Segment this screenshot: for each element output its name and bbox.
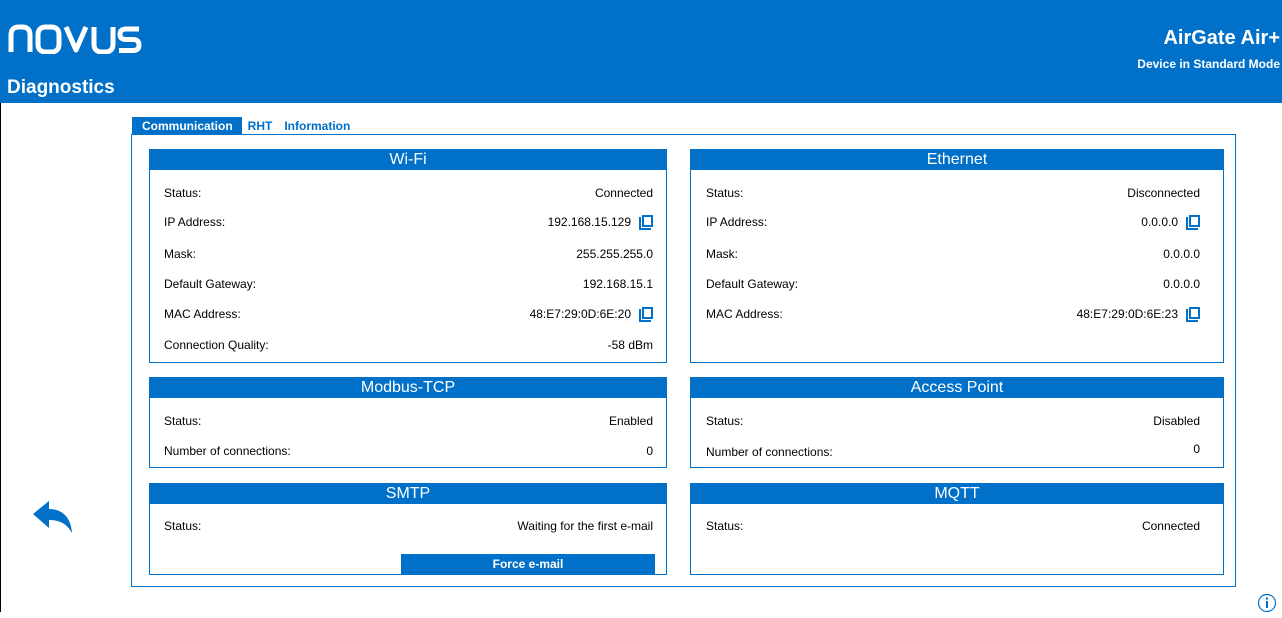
wifi-mask-row: Mask: 255.255.255.0	[164, 247, 653, 262]
force-email-button[interactable]: Force e-mail	[401, 554, 655, 574]
access-point-status-value: Disabled	[1153, 414, 1200, 428]
mqtt-status-value: Connected	[1141, 519, 1200, 533]
tab-information[interactable]: Information	[280, 117, 358, 135]
ethernet-mask-row: Mask: 0.0.0.0	[706, 247, 1200, 262]
back-arrow-icon[interactable]	[33, 500, 73, 539]
wifi-gateway-row: Default Gateway: 192.168.15.1	[164, 277, 653, 292]
mqtt-card-title: MQTT	[691, 484, 1223, 504]
copy-icon[interactable]	[639, 307, 653, 322]
wifi-status-value: Connected	[594, 186, 653, 200]
smtp-status-value: Waiting for the first e-mail	[517, 519, 653, 533]
ethernet-ip-row: IP Address: 0.0.0.0	[706, 215, 1200, 230]
wifi-mask-value: 255.255.255.0	[576, 247, 653, 261]
access-point-connections-row: Number of connections: 0	[706, 442, 1200, 460]
mqtt-card: MQTT Status: Connected	[690, 483, 1224, 575]
copy-icon[interactable]	[639, 215, 653, 230]
modbus-status-row: Status: Enabled	[164, 414, 653, 429]
info-icon[interactable]	[1257, 593, 1277, 618]
copy-icon[interactable]	[1186, 215, 1200, 230]
ethernet-status-value: Disconnected	[1127, 186, 1200, 200]
access-point-connections-value: 0	[1193, 442, 1200, 456]
wifi-gateway-label: Default Gateway:	[164, 277, 257, 291]
wifi-mac-label: MAC Address:	[164, 307, 241, 321]
product-name: AirGate Air+	[1163, 27, 1280, 49]
ethernet-card: Ethernet Status: Disconnected IP Address…	[690, 149, 1224, 363]
wifi-mask-label: Mask:	[164, 247, 197, 261]
ethernet-gateway-label: Default Gateway:	[706, 277, 799, 291]
tab-communication[interactable]: Communication	[132, 117, 242, 135]
wifi-gateway-value: 192.168.15.1	[582, 277, 653, 291]
wifi-ip-value: 192.168.15.129	[547, 215, 631, 229]
copy-icon[interactable]	[1186, 307, 1200, 322]
wifi-quality-label: Connection Quality:	[164, 338, 269, 352]
ethernet-mac-row: MAC Address: 48:E7:29:0D:6E:23	[706, 307, 1200, 322]
ethernet-mask-label: Mask:	[706, 247, 739, 261]
app-header: Diagnostics AirGate Air+ Device in Stand…	[0, 0, 1282, 103]
page-title: Diagnostics	[7, 77, 115, 98]
mqtt-status-label: Status:	[706, 519, 744, 533]
mqtt-status-row: Status: Connected	[706, 519, 1200, 534]
ethernet-mac-value: 48:E7:29:0D:6E:23	[1076, 307, 1178, 321]
ethernet-status-row: Status: Disconnected	[706, 186, 1200, 201]
modbus-status-value: Enabled	[608, 414, 653, 428]
wifi-ip-row: IP Address: 192.168.15.129	[164, 215, 653, 230]
novus-logo	[8, 22, 143, 59]
modbus-status-label: Status:	[164, 414, 202, 428]
modbus-card-title: Modbus-TCP	[150, 378, 666, 398]
modbus-connections-value: 0	[646, 444, 653, 458]
ethernet-ip-value: 0.0.0.0	[1141, 215, 1178, 229]
wifi-status-row: Status: Connected	[164, 186, 653, 201]
tab-rht[interactable]: RHT	[242, 117, 281, 135]
novus-logo-mark	[8, 24, 142, 55]
access-point-card: Access Point Status: Disabled Number of …	[690, 377, 1224, 468]
ethernet-gateway-value: 0.0.0.0	[1163, 277, 1200, 291]
wifi-mac-value: 48:E7:29:0D:6E:20	[529, 307, 631, 321]
wifi-ip-label: IP Address:	[164, 215, 226, 229]
modbus-card: Modbus-TCP Status: Enabled Number of con…	[149, 377, 667, 468]
ethernet-gateway-row: Default Gateway: 0.0.0.0	[706, 277, 1200, 292]
ethernet-card-title: Ethernet	[691, 150, 1223, 170]
ethernet-status-label: Status:	[706, 186, 744, 200]
device-mode-label: Device in Standard Mode	[1137, 57, 1280, 71]
tab-bar: Communication RHT Information	[132, 117, 358, 135]
smtp-status-row: Status: Waiting for the first e-mail	[164, 519, 653, 534]
smtp-card-title: SMTP	[150, 484, 666, 504]
wifi-status-label: Status:	[164, 186, 202, 200]
wifi-mac-row: MAC Address: 48:E7:29:0D:6E:20	[164, 307, 653, 322]
wifi-quality-row: Connection Quality: -58 dBm	[164, 338, 653, 353]
wifi-quality-value: -58 dBm	[607, 338, 653, 352]
access-point-status-row: Status: Disabled	[706, 414, 1200, 429]
smtp-status-label: Status:	[164, 519, 202, 533]
access-point-status-label: Status:	[706, 414, 744, 428]
modbus-connections-row: Number of connections: 0	[164, 444, 653, 459]
access-point-connections-label: Number of connections:	[706, 445, 833, 459]
ethernet-ip-label: IP Address:	[706, 215, 768, 229]
wifi-card-title: Wi-Fi	[150, 150, 666, 170]
smtp-card: SMTP Status: Waiting for the first e-mai…	[149, 483, 667, 575]
access-point-card-title: Access Point	[691, 378, 1223, 398]
wifi-card: Wi-Fi Status: Connected IP Address: 192.…	[149, 149, 667, 363]
ethernet-mac-label: MAC Address:	[706, 307, 783, 321]
modbus-connections-label: Number of connections:	[164, 444, 291, 458]
ethernet-mask-value: 0.0.0.0	[1163, 247, 1200, 261]
